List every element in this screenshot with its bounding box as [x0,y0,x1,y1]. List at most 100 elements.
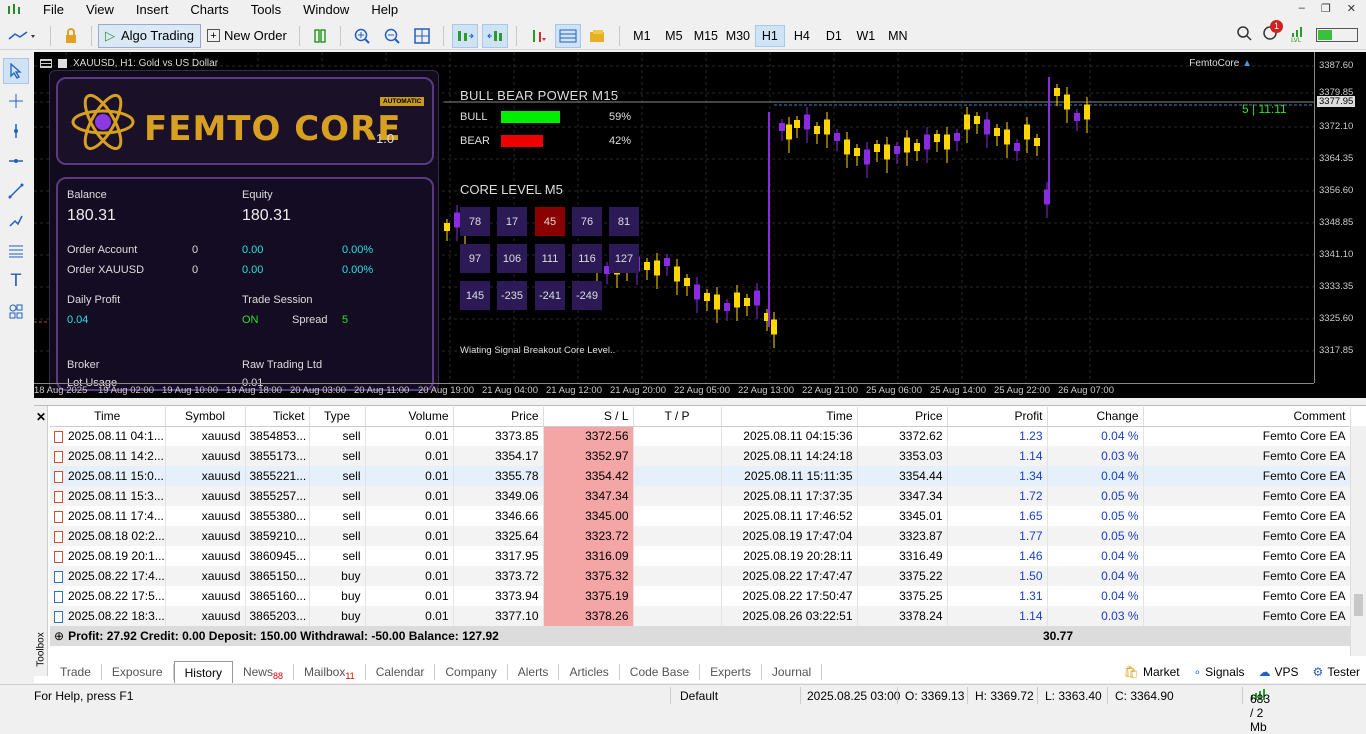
column-header[interactable]: Comment [1143,407,1351,427]
tab-journal[interactable]: Journal [762,663,823,680]
vertical-line-icon[interactable] [3,118,29,144]
zoom-out-icon[interactable] [379,24,405,48]
column-header[interactable]: Price [857,407,948,427]
chart-menu-icon[interactable] [40,59,52,68]
candle [754,290,760,306]
close-icon[interactable]: ✕ [1347,2,1356,15]
price-tick: 3348.85 [1319,217,1354,228]
history-row[interactable]: 2025.08.11 17:4... xauusd 3855380... sell 0.… [50,506,1351,526]
history-row[interactable]: 2025.08.22 17:5... xauusd 3865160... buy 0.0… [50,586,1351,606]
timeframe-d1[interactable]: D1 [819,25,849,47]
tab-alerts[interactable]: Alerts [508,663,560,680]
chart-shift-icon[interactable] [481,23,508,48]
cell-cprice: 3347.34 [857,486,948,506]
column-header[interactable]: Time [721,407,858,427]
minimize-icon[interactable]: – [1299,2,1305,15]
trendline-icon[interactable] [3,178,29,204]
tab-history[interactable]: History [173,660,233,683]
text-icon[interactable]: T [3,268,29,294]
shapes-icon[interactable] [3,298,29,324]
depth-of-market-icon[interactable] [308,24,332,48]
column-header[interactable]: Time [50,407,166,427]
time-axis[interactable]: 18 Aug 2025 19 Aug 02:00 19 Aug 10:00 19 Au… [34,383,1314,398]
horizontal-line-icon[interactable] [3,148,29,174]
tab-news[interactable]: News88 [233,663,294,681]
column-header[interactable]: S / L [543,407,634,427]
lock-icon[interactable] [59,24,83,48]
column-header[interactable]: Change [1047,407,1144,427]
link-market[interactable]: 🛍 Market [1124,665,1180,679]
search-icon[interactable] [1236,25,1252,44]
tab-mailbox[interactable]: Mailbox11 [294,663,366,681]
tab-calendar[interactable]: Calendar [366,663,436,680]
column-header[interactable]: T / P [633,407,722,427]
history-row[interactable]: 2025.08.18 02:2... xauusd 3859210... sell 0.… [50,526,1351,546]
menu-tools[interactable]: Tools [240,0,292,20]
timeframe-m1[interactable]: M1 [627,25,657,47]
menu-window[interactable]: Window [292,0,360,20]
restore-icon[interactable]: ❐ [1321,2,1331,15]
zoom-in-icon[interactable] [349,24,375,48]
link-signals[interactable]: ∘ Signals [1194,665,1245,679]
menu-charts[interactable]: Charts [179,0,239,20]
status-traffic[interactable]: 683 / 2 Mb [1250,688,1270,734]
one-click-trading-icon[interactable] [554,23,581,48]
link-vps[interactable]: ☁ VPS [1259,665,1299,679]
column-header[interactable]: Price [453,407,544,427]
history-row[interactable]: 2025.08.11 15:0... xauusd 3855221... sell 0.… [50,466,1351,486]
tab-code-base[interactable]: Code Base [620,663,701,680]
history-row[interactable]: 2025.08.11 04:1... xauusd 3854853... sell 0.… [50,426,1351,446]
history-row[interactable]: 2025.08.22 17:4... xauusd 3865150... buy 0.0… [50,566,1351,586]
metatrader-icon[interactable] [4,0,24,20]
ea-name[interactable]: FemtoCore ▲ [1189,58,1252,69]
notifications-icon[interactable]: 1 [1262,20,1283,45]
templates-icon[interactable] [585,24,611,48]
tab-trade[interactable]: Trade [50,663,102,680]
menu-help[interactable]: Help [360,0,409,20]
history-scrollbar[interactable] [1350,426,1366,656]
close-toolbox-icon[interactable]: ✕ [36,410,46,424]
indicators-icon[interactable] [525,24,551,48]
tile-windows-icon[interactable] [409,24,435,48]
history-row[interactable]: 2025.08.22 18:3... xauusd 3865203... buy 0.0… [50,606,1351,626]
new-order-button[interactable]: + New Order [203,24,291,48]
cursor-icon[interactable] [3,58,29,84]
cell-volume: 0.01 [365,546,454,566]
link-tester[interactable]: ⚙ Tester [1313,665,1360,679]
candle [854,148,860,156]
menu-file[interactable]: File [32,0,75,20]
channel-icon[interactable] [3,208,29,234]
timeframe-m5[interactable]: M5 [659,25,689,47]
tab-articles[interactable]: Articles [559,663,620,680]
auto-scroll-icon[interactable] [451,23,478,48]
timeframe-mn[interactable]: MN [883,25,913,47]
timeframe-h1[interactable]: H1 [754,24,785,47]
fibonacci-icon[interactable] [3,238,29,264]
timeframe-w1[interactable]: W1 [851,25,881,47]
signal-strength-icon[interactable]: LVL [1290,24,1306,45]
timeframe-m30[interactable]: M30 [723,25,753,47]
expand-icon[interactable]: ⊕ [54,629,64,643]
column-header[interactable]: Profit [947,407,1048,427]
algo-trading-button[interactable]: ▷ Algo Trading [98,23,201,48]
menu-view[interactable]: View [75,0,125,20]
tab-experts[interactable]: Experts [700,663,762,680]
column-header[interactable]: Ticket [245,407,310,427]
timeframe-h4[interactable]: H4 [787,25,817,47]
column-header[interactable]: Volume [365,407,454,427]
timeframe-m15[interactable]: M15 [691,25,721,47]
chart-type-dropdown[interactable] [2,24,42,48]
history-row[interactable]: 2025.08.11 15:3... xauusd 3855257... sell 0.… [50,486,1351,506]
tab-company[interactable]: Company [435,663,508,680]
history-row[interactable]: 2025.08.11 14:2... xauusd 3855173... sell 0.… [50,446,1351,466]
column-header[interactable]: Symbol [165,407,246,427]
menu-insert[interactable]: Insert [125,0,180,20]
tab-exposure[interactable]: Exposure [102,663,174,680]
price-chart[interactable]: XAUUSD, H1: Gold vs US Dollar FemtoCore … [34,52,1366,398]
cell-open-time: 2025.08.11 04:1... [68,429,164,444]
history-row[interactable]: 2025.08.19 20:1... xauusd 3860945... sell 0.… [50,546,1351,566]
price-axis[interactable]: 3387.60 3379.85 3377.95 3372.10 3364.35 3356.… [1314,52,1366,383]
column-header[interactable]: Type [309,407,366,427]
crosshair-icon[interactable] [3,88,29,114]
cell-time: 2025.08.22 17:5... [50,586,166,606]
